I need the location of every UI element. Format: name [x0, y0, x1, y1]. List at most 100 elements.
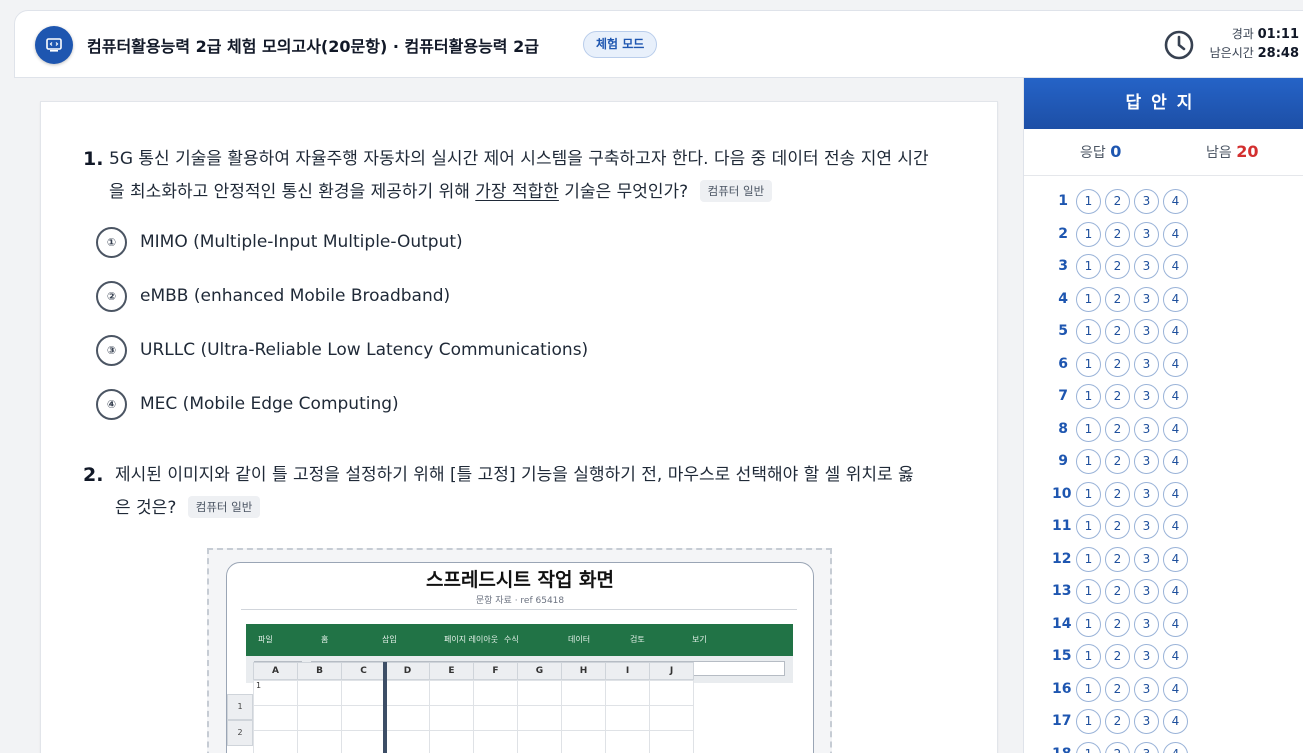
- answer-bubble[interactable]: 4: [1163, 416, 1188, 442]
- answer-bubble[interactable]: 3: [1134, 579, 1159, 604]
- answer-row-number: 4: [1058, 290, 1068, 307]
- answer-bubble[interactable]: 4: [1163, 579, 1188, 604]
- answer-bubble[interactable]: 2: [1105, 514, 1130, 539]
- answer-bubble[interactable]: 2: [1105, 286, 1130, 312]
- answer-bubble[interactable]: 2: [1105, 676, 1130, 702]
- option-number-icon: ①: [96, 226, 127, 258]
- answer-bubble[interactable]: 1: [1076, 254, 1101, 279]
- answer-bubble[interactable]: 4: [1163, 286, 1188, 312]
- answer-bubble[interactable]: 4: [1163, 481, 1188, 507]
- answer-bubble[interactable]: 3: [1134, 351, 1159, 377]
- answer-bubble[interactable]: 3: [1134, 189, 1159, 214]
- freeze-pane-line: [383, 662, 387, 753]
- answer-bubble[interactable]: 4: [1163, 351, 1188, 377]
- answer-bubble[interactable]: 4: [1163, 384, 1188, 409]
- answer-bubble[interactable]: 2: [1105, 741, 1130, 753]
- answer-bubble[interactable]: 4: [1163, 319, 1188, 344]
- answer-bubble[interactable]: 2: [1105, 189, 1130, 214]
- answer-bubble[interactable]: 3: [1134, 546, 1159, 572]
- answer-bubble[interactable]: 1: [1076, 579, 1101, 604]
- answer-bubble[interactable]: 3: [1134, 286, 1159, 312]
- answer-bubble[interactable]: 3: [1134, 449, 1159, 474]
- answer-bubble[interactable]: 4: [1163, 676, 1188, 702]
- answer-bubble[interactable]: 2: [1105, 644, 1130, 669]
- answer-bubble[interactable]: 1: [1076, 546, 1101, 572]
- column-header-h: H: [561, 662, 606, 680]
- option-2[interactable]: ② eMBB (enhanced Mobile Broadband): [96, 280, 450, 312]
- answer-bubble[interactable]: 2: [1105, 709, 1130, 734]
- answer-bubble[interactable]: 2: [1105, 221, 1130, 247]
- answer-bubble[interactable]: 3: [1134, 676, 1159, 702]
- answer-bubble[interactable]: 2: [1105, 579, 1130, 604]
- answer-bubble[interactable]: 3: [1134, 221, 1159, 247]
- answer-row-number: 16: [1052, 680, 1072, 697]
- option-4[interactable]: ④ MEC (Mobile Edge Computing): [96, 388, 399, 420]
- elapsed-value: 01:11: [1257, 27, 1299, 42]
- answer-bubble[interactable]: 4: [1163, 189, 1188, 214]
- menu-view: 보기: [692, 635, 707, 644]
- answer-bubble[interactable]: 2: [1105, 319, 1130, 344]
- category-tag: 컴퓨터 일반: [187, 496, 261, 518]
- answered-label: 응답: [1080, 145, 1106, 161]
- cell: [385, 730, 430, 753]
- answer-bubble[interactable]: 2: [1105, 481, 1130, 507]
- answer-bubble[interactable]: 4: [1163, 741, 1188, 753]
- answer-bubble[interactable]: 1: [1076, 611, 1101, 637]
- answer-bubble[interactable]: 1: [1076, 741, 1101, 753]
- answer-bubble[interactable]: 2: [1105, 611, 1130, 637]
- answer-bubble[interactable]: 4: [1163, 611, 1188, 637]
- answer-bubble[interactable]: 3: [1134, 514, 1159, 539]
- answer-bubble[interactable]: 4: [1163, 514, 1188, 539]
- answer-bubble[interactable]: 1: [1076, 189, 1101, 214]
- answer-bubble[interactable]: 1: [1076, 449, 1101, 474]
- answer-bubble[interactable]: 4: [1163, 709, 1188, 734]
- answer-bubble[interactable]: 2: [1105, 384, 1130, 409]
- answer-row-number: 14: [1052, 615, 1072, 632]
- answer-bubble[interactable]: 2: [1105, 351, 1130, 377]
- answer-bubble[interactable]: 4: [1163, 449, 1188, 474]
- answer-bubble[interactable]: 1: [1076, 644, 1101, 669]
- answer-bubble[interactable]: 3: [1134, 481, 1159, 507]
- cell: [473, 705, 518, 731]
- answer-bubble[interactable]: 2: [1105, 254, 1130, 279]
- cell: [517, 705, 562, 731]
- cell: [341, 705, 386, 731]
- question-text-end: 기술은 무엇인가?: [558, 182, 689, 202]
- answer-row-number: 15: [1052, 648, 1072, 664]
- answer-bubble[interactable]: 1: [1076, 351, 1101, 377]
- answer-bubble[interactable]: 3: [1134, 611, 1159, 637]
- answer-bubble[interactable]: 1: [1076, 676, 1101, 702]
- answer-bubble[interactable]: 1: [1076, 416, 1101, 442]
- answer-bubble[interactable]: 1: [1076, 221, 1101, 247]
- option-3[interactable]: ③ URLLC (Ultra-Reliable Low Latency Comm…: [96, 334, 588, 366]
- answer-bubble[interactable]: 4: [1163, 546, 1188, 572]
- answer-bubble[interactable]: 4: [1163, 254, 1188, 279]
- answer-row-number: 1: [1058, 193, 1068, 209]
- answer-bubble[interactable]: 3: [1134, 709, 1159, 734]
- answer-bubble[interactable]: 3: [1134, 384, 1159, 409]
- menu-page-layout: 페이지 레이아웃: [444, 635, 499, 644]
- answer-bubble[interactable]: 1: [1076, 514, 1101, 539]
- answer-bubble[interactable]: 3: [1134, 319, 1159, 344]
- menu-insert: 삽입: [382, 635, 397, 644]
- answer-bubble[interactable]: 2: [1105, 546, 1130, 572]
- exam-header: 컴퓨터활용능력 2급 체험 모의고사(20문항) · 컴퓨터활용능력 2급 체험…: [14, 10, 1303, 78]
- option-text: MIMO (Multiple-Input Multiple-Output): [140, 232, 463, 252]
- answer-bubble[interactable]: 3: [1134, 741, 1159, 753]
- option-1[interactable]: ① MIMO (Multiple-Input Multiple-Output): [96, 226, 463, 258]
- answer-bubble[interactable]: 1: [1076, 709, 1101, 734]
- answer-bubble[interactable]: 3: [1134, 254, 1159, 279]
- answer-bubble[interactable]: 2: [1105, 449, 1130, 474]
- answer-bubble[interactable]: 3: [1134, 416, 1159, 442]
- answer-bubble[interactable]: 1: [1076, 384, 1101, 409]
- column-header-g: G: [517, 662, 562, 680]
- answer-bubble[interactable]: 4: [1163, 221, 1188, 247]
- answer-bubble[interactable]: 3: [1134, 644, 1159, 669]
- answer-bubble[interactable]: 1: [1076, 286, 1101, 312]
- answer-bubble[interactable]: 1: [1076, 319, 1101, 344]
- remaining-count: 20: [1236, 142, 1259, 161]
- answer-bubble[interactable]: 1: [1076, 481, 1101, 507]
- cell: [517, 680, 562, 706]
- answer-bubble[interactable]: 2: [1105, 416, 1130, 442]
- answer-bubble[interactable]: 4: [1163, 644, 1188, 669]
